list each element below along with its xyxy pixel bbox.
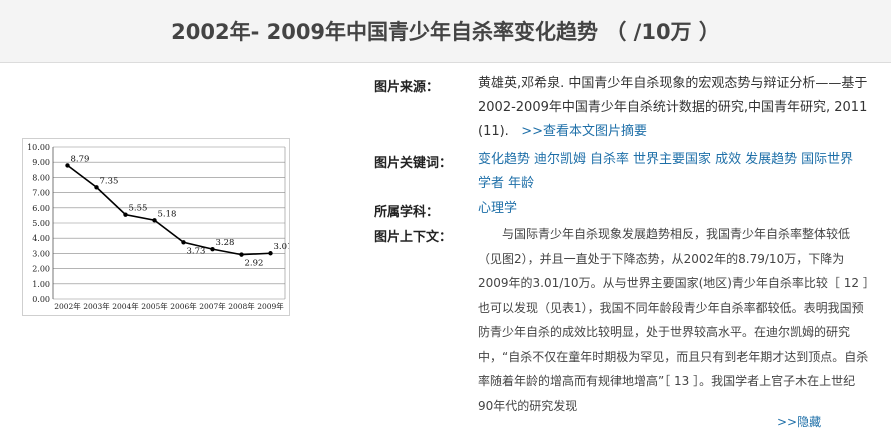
y-tick-label: 8.00 [32, 173, 50, 182]
keywords-label: 图片关键词： [374, 156, 453, 171]
y-tick-label: 10.00 [27, 143, 50, 152]
data-point [65, 163, 70, 168]
view-image-summary-link[interactable]: >>查看本文图片摘要 [521, 124, 647, 139]
x-tick-label: 2005年 [141, 301, 168, 311]
subject-label: 所属学科： [374, 205, 440, 220]
data-point [94, 185, 99, 190]
data-label: 3.01 [274, 242, 290, 252]
data-label: 3.28 [216, 238, 235, 248]
keyword-link[interactable]: 迪尔凯姆 [534, 152, 586, 167]
hide-link[interactable]: >>隐藏 [777, 413, 821, 430]
chart-figure: 0.00 1.00 2.00 3.00 4.00 5.00 6.00 7.00 8.00 9.00… [22, 138, 292, 316]
context-label: 图片上下文： [374, 230, 453, 245]
keyword-link[interactable]: 自杀率 [590, 152, 629, 167]
keyword-link[interactable]: 发展趋势 [745, 152, 797, 167]
x-tick-label: 2009年 [257, 301, 284, 311]
x-tick-label: 2002年 [54, 301, 81, 311]
data-label: 8.79 [71, 154, 90, 164]
y-tick-label: 5.00 [32, 219, 50, 228]
data-label: 5.18 [158, 209, 177, 219]
data-point [239, 252, 244, 257]
source-label: 图片来源： [374, 80, 440, 95]
y-tick-label: 7.00 [32, 189, 50, 198]
keyword-link[interactable]: 学者 [478, 176, 504, 191]
data-point [152, 218, 157, 223]
y-tick-label: 6.00 [32, 204, 50, 213]
x-tick-label: 2004年 [112, 301, 139, 311]
data-label: 2.92 [245, 259, 264, 269]
context-text: 与国际青少年自杀现象发展趋势相反，我国青少年自杀率整体较低（见图2），并且一直处… [478, 227, 869, 413]
y-tick-label: 2.00 [32, 265, 50, 274]
header-bar: 2002年- 2009年中国青少年自杀率变化趋势 （ /10万 ） [0, 0, 891, 63]
y-tick-label: 9.00 [32, 158, 50, 167]
y-tick-label: 3.00 [32, 249, 50, 258]
keyword-link[interactable]: 年龄 [508, 176, 534, 191]
x-tick-label: 2006年 [170, 301, 197, 311]
y-tick-label: 0.00 [32, 295, 50, 304]
y-tick-label: 4.00 [32, 234, 50, 243]
data-point [181, 240, 186, 245]
data-point [210, 246, 215, 252]
keyword-link[interactable]: 成效 [715, 152, 741, 167]
data-label: 7.35 [100, 176, 119, 186]
keywords-list: 变化趋势 迪尔凯姆 自杀率 世界主要国家 成效 发展趋势 国际世界学者 年龄 [478, 148, 870, 196]
x-tick-label: 2008年 [228, 301, 255, 311]
keyword-link[interactable]: 世界主要国家 [633, 152, 711, 167]
keyword-link[interactable]: 变化趋势 [478, 152, 530, 167]
data-label: 3.73 [187, 246, 206, 256]
x-tick-label: 2007年 [199, 301, 226, 311]
data-point [268, 251, 273, 256]
data-point [123, 212, 128, 217]
source-journal: ,中国青年研究, [743, 100, 831, 115]
subject-link[interactable]: 心理学 [478, 201, 517, 216]
line-chart: 0.00 1.00 2.00 3.00 4.00 5.00 6.00 7.00 8.00 9.00… [27, 143, 292, 311]
keyword-link[interactable]: 国际世界 [801, 152, 853, 167]
data-label: 5.55 [129, 204, 148, 214]
page-title: 2002年- 2009年中国青少年自杀率变化趋势 （ /10万 ） [171, 20, 720, 44]
source-authors: 黄雄英,邓希泉. [478, 76, 565, 91]
source-value: 黄雄英,邓希泉. 中国青少年自杀现象的宏观态势与辩证分析——基于2002-200… [478, 72, 870, 144]
x-tick-label: 2003年 [83, 301, 110, 311]
y-tick-label: 1.00 [32, 280, 50, 289]
